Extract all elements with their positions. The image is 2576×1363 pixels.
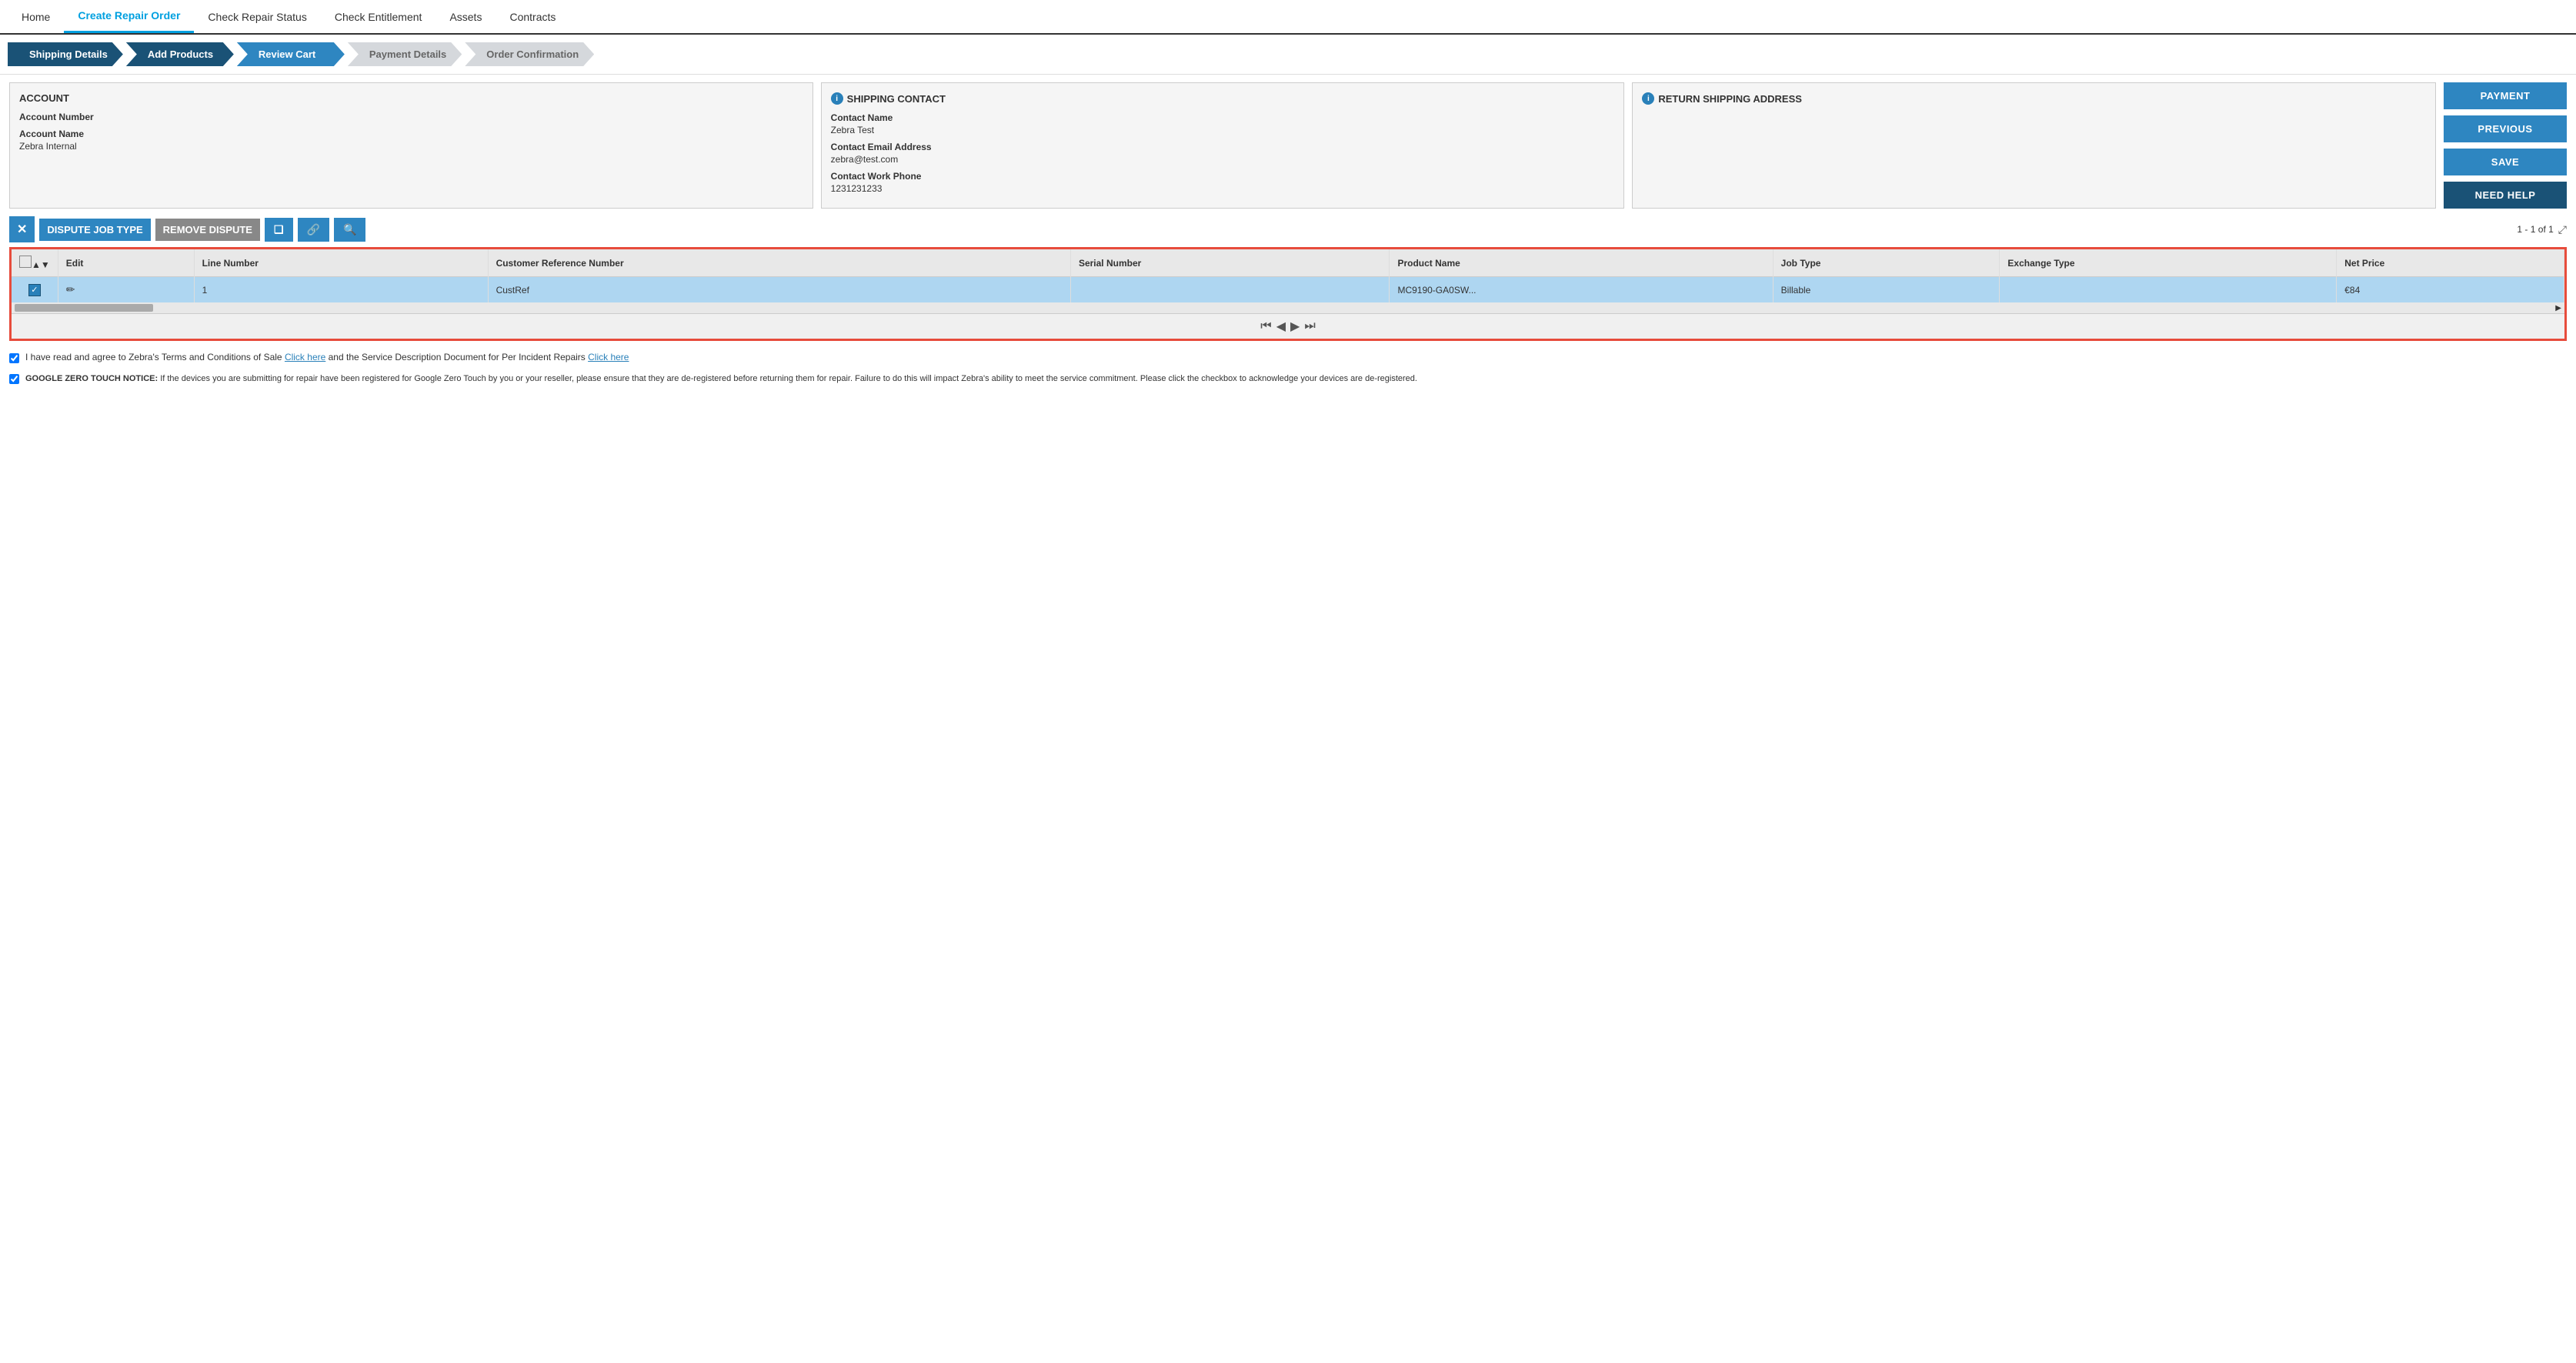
google-notice-text: GOOGLE ZERO TOUCH NOTICE: If the devices… [25,372,1417,386]
horizontal-scrollbar[interactable]: ▶ [12,302,2564,313]
nav-create-repair-order[interactable]: Create Repair Order [64,0,194,33]
nav-home[interactable]: Home [8,2,64,32]
step-add-products[interactable]: Add Products [126,42,234,66]
col-edit: Edit [58,249,194,277]
row-job-type: Billable [1773,277,2000,303]
contact-name-label: Contact Name [831,112,1615,123]
row-exchange-type [2000,277,2337,303]
prev-page-button[interactable]: ◀ [1276,319,1286,334]
contact-name-value: Zebra Test [831,125,1615,135]
row-checkbox-cell[interactable]: ✓ [12,277,58,303]
scrollbar-thumb[interactable] [15,304,153,312]
row-product-name: MC9190-GA0SW... [1390,277,1773,303]
account-card: ACCOUNT Account Number Account Name Zebr… [9,82,813,209]
copy-button[interactable]: ❏ [265,218,293,242]
close-button[interactable]: ✕ [9,216,35,242]
col-line-number: Line Number [194,249,488,277]
col-exchange-type: Exchange Type [2000,249,2337,277]
contact-email-label: Contact Email Address [831,142,1615,152]
top-navigation: Home Create Repair Order Check Repair St… [0,0,2576,35]
terms-row-1: I have read and agree to Zebra's Terms a… [9,352,2567,363]
contact-phone-value: 1231231233 [831,183,1615,194]
col-customer-ref: Customer Reference Number [488,249,1070,277]
terms-row-google: GOOGLE ZERO TOUCH NOTICE: If the devices… [9,372,2567,386]
next-page-button[interactable]: ▶ [1290,319,1300,334]
col-net-price: Net Price [2337,249,2564,277]
step-order-confirmation[interactable]: Order Confirmation [465,42,594,66]
first-page-button[interactable]: ⏮ [1260,319,1271,333]
attach-button[interactable]: 🔗 [298,218,329,242]
info-icon-return: i [1642,92,1654,105]
step-review-cart[interactable]: Review Cart [237,42,345,66]
terms-checkbox-1[interactable] [9,353,19,363]
account-name-label: Account Name [19,129,803,139]
shipping-contact-title: i SHIPPING CONTACT [831,92,1615,105]
account-card-title: ACCOUNT [19,92,803,104]
google-notice-checkbox[interactable] [9,374,19,384]
nav-check-repair-status[interactable]: Check Repair Status [194,2,320,32]
action-buttons-panel: PAYMENT PREVIOUS SAVE NEED HELP [2444,82,2567,209]
steps-bar: Shipping Details Add Products Review Car… [0,35,2576,75]
shipping-contact-card: i SHIPPING CONTACT Contact Name Zebra Te… [821,82,1625,209]
nav-check-entitlement[interactable]: Check Entitlement [321,2,436,32]
table-header-row: ▲▼ Edit Line Number Customer Reference N… [12,249,2564,277]
row-line-number: 1 [194,277,488,303]
edit-icon[interactable]: ✏ [66,283,75,296]
remove-dispute-button[interactable]: REMOVE DISPUTE [155,219,260,241]
contact-phone-label: Contact Work Phone [831,171,1615,182]
step-shipping-details[interactable]: Shipping Details [8,42,123,66]
dispute-job-type-button[interactable]: DISPUTE JOB TYPE [39,219,150,241]
row-edit-cell[interactable]: ✏ [58,277,194,303]
header-checkbox[interactable]: ▲▼ [19,259,50,270]
info-icon: i [831,92,843,105]
last-page-button[interactable]: ⏭ [1304,319,1315,333]
col-serial-number: Serial Number [1070,249,1390,277]
table-row: ✓ ✏ 1 CustRef MC9190-GA0SW... Billable €… [12,277,2564,303]
pagination-text: 1 - 1 of 1 [2517,224,2553,235]
main-content: ACCOUNT Account Number Account Name Zebr… [0,75,2576,403]
row-serial-number [1070,277,1390,303]
terms-link-2[interactable]: Click here [588,352,629,362]
data-table: ▲▼ Edit Line Number Customer Reference N… [12,249,2564,302]
terms-text-1: I have read and agree to Zebra's Terms a… [25,352,629,362]
need-help-button[interactable]: NEED HELP [2444,182,2567,209]
search-button[interactable]: 🔍 [334,218,365,242]
account-name-value: Zebra Internal [19,141,803,152]
save-button[interactable]: SAVE [2444,149,2567,175]
row-net-price: €84 [2337,277,2564,303]
nav-assets[interactable]: Assets [435,2,496,32]
account-number-label: Account Number [19,112,803,122]
step-payment-details[interactable]: Payment Details [348,42,462,66]
row-customer-ref: CustRef [488,277,1070,303]
previous-button[interactable]: PREVIOUS [2444,115,2567,142]
attach-icon: 🔗 [307,223,320,236]
payment-button[interactable]: PAYMENT [2444,82,2567,109]
copy-icon: ❏ [274,223,284,236]
data-table-container: ▲▼ Edit Line Number Customer Reference N… [9,247,2567,341]
expand-icon[interactable]: ⤢ [2558,223,2567,236]
terms-section: I have read and agree to Zebra's Terms a… [9,352,2567,386]
nav-contracts[interactable]: Contracts [496,2,569,32]
return-shipping-title: i RETURN SHIPPING ADDRESS [1642,92,2426,105]
col-job-type: Job Type [1773,249,2000,277]
table-toolbar: ✕ DISPUTE JOB TYPE REMOVE DISPUTE ❏ 🔗 🔍 … [9,216,2567,242]
info-cards-row: ACCOUNT Account Number Account Name Zebr… [9,82,2567,209]
terms-link-1[interactable]: Click here [285,352,325,362]
search-icon: 🔍 [343,223,356,236]
scroll-right-arrow[interactable]: ▶ [2555,304,2561,312]
return-shipping-card: i RETURN SHIPPING ADDRESS [1632,82,2436,209]
row-checkbox-checked[interactable]: ✓ [28,284,41,296]
contact-email-value: zebra@test.com [831,154,1615,165]
col-checkbox: ▲▼ [12,249,58,277]
table-footer-pagination: ⏮ ◀ ▶ ⏭ [12,313,2564,339]
col-product-name: Product Name [1390,249,1773,277]
